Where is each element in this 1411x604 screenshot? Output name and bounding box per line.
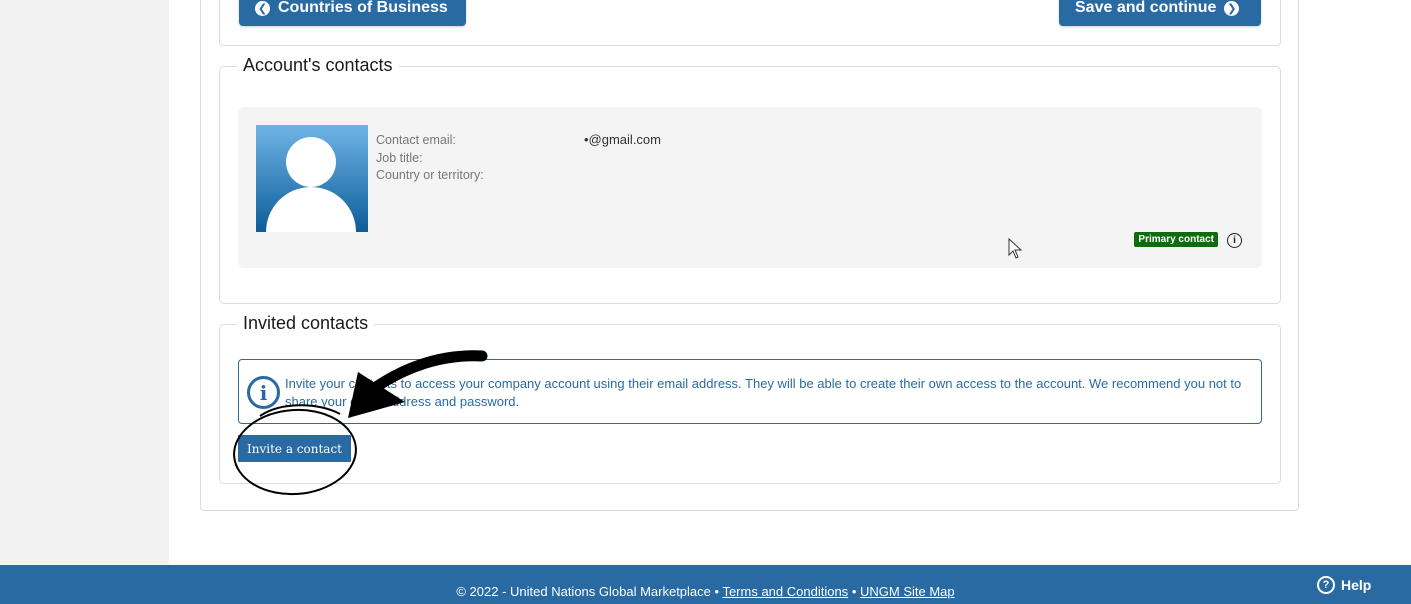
country-label: Country or territory:: [376, 168, 484, 182]
contact-card: Contact email: Job title: Country or ter…: [238, 107, 1262, 268]
arrow-left-circle-icon: ❮: [255, 0, 270, 16]
info-icon[interactable]: i: [1227, 233, 1242, 248]
info-alert: i Invite your contacts to access your co…: [238, 359, 1262, 424]
back-button-label: Countries of Business: [278, 0, 448, 16]
footer: © 2022 - United Nations Global Marketpla…: [0, 565, 1411, 604]
footer-separator: •: [851, 584, 857, 599]
footer-copyright: © 2022 - United Nations Global Marketpla…: [456, 584, 720, 599]
contact-details: Contact email: Job title: Country or ter…: [376, 132, 484, 185]
invited-contacts-section: Invited contacts i Invite your contacts …: [219, 313, 1281, 484]
footer-links: © 2022 - United Nations Global Marketpla…: [0, 584, 1411, 599]
help-icon: ?: [1317, 575, 1335, 594]
contact-email-value: •@gmail.com: [584, 132, 661, 147]
arrow-right-circle-icon: ❯: [1224, 0, 1240, 16]
help-button[interactable]: ? Help: [1307, 565, 1382, 604]
help-label: Help: [1341, 576, 1372, 593]
accounts-contacts-section: Account's contacts Contact email: Job ti…: [219, 55, 1281, 304]
left-rail: [0, 0, 169, 565]
save-continue-button[interactable]: Save and continue ❯: [1059, 0, 1261, 26]
info-circle-icon: i: [247, 376, 280, 409]
terms-link[interactable]: Terms and Conditions: [722, 584, 848, 599]
invited-contacts-legend: Invited contacts: [237, 313, 375, 334]
job-title-label: Job title:: [376, 150, 423, 165]
user-avatar-icon: [256, 125, 368, 232]
save-button-label: Save and continue: [1075, 0, 1217, 16]
contact-email-label: Contact email:: [376, 133, 456, 147]
invite-contact-button[interactable]: Invite a contact: [238, 435, 351, 462]
accounts-contacts-legend: Account's contacts: [237, 55, 399, 76]
site-map-link[interactable]: UNGM Site Map: [860, 584, 955, 599]
info-message: Invite your contacts to access your comp…: [285, 376, 1242, 409]
cursor-icon: [1008, 238, 1023, 259]
primary-contact-badge: Primary contact: [1134, 232, 1218, 247]
back-countries-button[interactable]: ❮ Countries of Business: [239, 0, 466, 26]
